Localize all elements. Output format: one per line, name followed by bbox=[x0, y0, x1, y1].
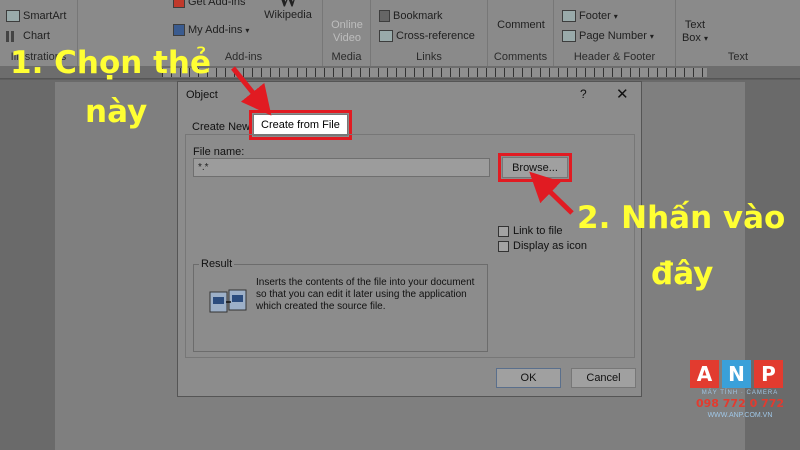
text-box-button[interactable]: Text Box ▾ bbox=[680, 19, 710, 45]
link-to-file-checkbox[interactable] bbox=[498, 225, 509, 237]
result-group: Result Inserts the contents of the file … bbox=[193, 258, 488, 352]
ribbon-group-label: Text bbox=[727, 51, 749, 63]
cross-reference-icon bbox=[379, 30, 393, 42]
wikipedia-button[interactable]: W Wikipedia bbox=[262, 0, 314, 22]
dialog-title: Object bbox=[186, 89, 218, 101]
ribbon-group-text: Text Box ▾ Text bbox=[676, 0, 800, 66]
bookmark-icon bbox=[379, 10, 390, 22]
ribbon-group-label: Header & Footer bbox=[573, 51, 656, 63]
ribbon-group-media: Online Video Media bbox=[323, 0, 371, 66]
tab-create-from-file[interactable]: Create from File bbox=[249, 110, 352, 140]
page-number-icon bbox=[562, 30, 576, 42]
logo-letter: A bbox=[690, 360, 719, 388]
tab-strip: Create New Create from File bbox=[186, 110, 634, 140]
display-as-icon-option[interactable]: Display as icon bbox=[498, 240, 587, 252]
annotation-step2-line1: 2. Nhấn vào bbox=[577, 200, 786, 236]
addins-icon bbox=[173, 24, 185, 36]
cancel-button[interactable]: Cancel bbox=[571, 368, 636, 388]
get-addins-button[interactable]: Get Add-ins bbox=[173, 0, 245, 8]
footer-icon bbox=[562, 10, 576, 22]
help-button[interactable]: ? bbox=[580, 87, 587, 101]
chevron-down-icon: ▾ bbox=[649, 31, 654, 41]
tab-panel-create-from-file: File name: *.* Browse... Link to file Di… bbox=[185, 134, 635, 358]
page-number-button[interactable]: Page Number ▾ bbox=[562, 30, 654, 42]
result-label: Result bbox=[199, 258, 235, 270]
browse-button[interactable]: Browse... bbox=[498, 153, 572, 182]
ribbon-group-header-footer: Footer ▾ Page Number ▾ Header & Footer bbox=[554, 0, 676, 66]
annotation-step1-line1: 1. Chọn thẻ bbox=[10, 45, 212, 81]
chart-button[interactable]: Chart bbox=[6, 30, 50, 42]
ok-button[interactable]: OK bbox=[496, 368, 561, 388]
ribbon-group-label: Comments bbox=[493, 51, 548, 63]
chevron-down-icon: ▾ bbox=[613, 11, 618, 21]
smartart-icon bbox=[6, 10, 20, 22]
footer-button[interactable]: Footer ▾ bbox=[562, 10, 618, 22]
object-dialog: Object ? ✕ Create New Create from File F… bbox=[177, 81, 642, 397]
logo-letter: N bbox=[722, 360, 751, 388]
wikipedia-icon: W bbox=[278, 0, 298, 11]
cross-reference-button[interactable]: Cross-reference bbox=[379, 30, 475, 42]
annotation-step2-line2: đây bbox=[651, 256, 714, 292]
result-description: Inserts the contents of the file into yo… bbox=[256, 277, 475, 312]
embed-file-icon bbox=[209, 289, 247, 313]
ruler-scale bbox=[162, 68, 707, 77]
file-name-label: File name: bbox=[193, 146, 245, 158]
my-addins-button[interactable]: My Add-ins ▾ bbox=[173, 24, 249, 36]
ribbon-group-label: Media bbox=[331, 51, 362, 63]
logo-letter: P bbox=[754, 360, 783, 388]
display-as-icon-checkbox[interactable] bbox=[498, 240, 509, 252]
chart-icon bbox=[6, 30, 20, 42]
link-to-file-option[interactable]: Link to file bbox=[498, 225, 563, 237]
chevron-down-icon: ▾ bbox=[704, 34, 709, 43]
close-icon[interactable]: ✕ bbox=[616, 85, 629, 103]
smartart-button[interactable]: SmartArt bbox=[6, 10, 66, 22]
store-icon bbox=[173, 0, 185, 8]
logo-tagline: MÁY TÍNH · CAMERA bbox=[701, 390, 779, 396]
ribbon-group-comments: Comment Comments bbox=[488, 0, 554, 66]
logo-phone: 098 772 0 772 bbox=[695, 397, 785, 410]
online-video-button[interactable]: Online Video bbox=[327, 19, 367, 45]
ribbon-group-links: Bookmark Cross-reference Links bbox=[371, 0, 488, 66]
comment-button[interactable]: Comment bbox=[492, 19, 550, 32]
anp-logo: A N P MÁY TÍNH · CAMERA 098 772 0 772 WW… bbox=[690, 360, 790, 440]
logo-website: WWW.ANP.COM.VN bbox=[707, 412, 773, 419]
file-name-input[interactable]: *.* bbox=[193, 158, 490, 177]
chevron-down-icon: ▾ bbox=[245, 25, 250, 35]
ribbon-group-label: Links bbox=[416, 51, 442, 63]
annotation-step1-line2: này bbox=[85, 94, 148, 130]
bookmark-button[interactable]: Bookmark bbox=[379, 10, 443, 22]
